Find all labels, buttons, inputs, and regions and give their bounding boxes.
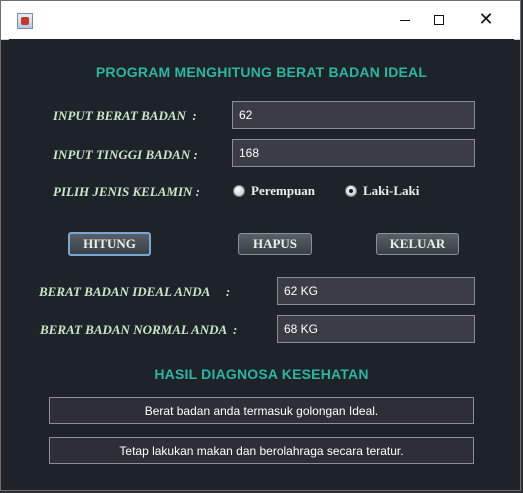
radio-perempuan[interactable]: Perempuan (233, 183, 315, 199)
radio-unselected-icon (233, 185, 245, 197)
maximize-button[interactable] (416, 1, 462, 39)
height-input[interactable] (232, 139, 475, 167)
normal-weight-field[interactable] (277, 315, 475, 343)
height-label: INPUT TINGGI BADAN : (53, 147, 198, 162)
maximize-icon (434, 15, 444, 25)
minimize-icon (400, 19, 410, 21)
ideal-weight-label: BERAT BADAN IDEAL ANDA : (39, 284, 231, 299)
app-window: ✕ PROGRAM MENGHITUNG BERAT BADAN IDEAL I… (0, 0, 521, 491)
page-title: PROGRAM MENGHITUNG BERAT BADAN IDEAL (95, 64, 428, 80)
radio-selected-icon (345, 185, 357, 197)
diagnosis-message-1: Berat badan anda termasuk golongan Ideal… (49, 397, 474, 424)
hitung-button[interactable]: HITUNG (68, 232, 151, 256)
normal-weight-label: BERAT BADAN NORMAL ANDA : (40, 322, 238, 337)
radio-laki-laki[interactable]: Laki-Laki (345, 183, 419, 199)
title-bar: ✕ (1, 1, 520, 40)
java-app-icon (17, 13, 33, 29)
close-icon: ✕ (478, 9, 494, 30)
weight-input[interactable] (232, 101, 475, 129)
ideal-weight-field[interactable] (277, 277, 475, 305)
radio-laki-laki-label: Laki-Laki (363, 183, 420, 198)
close-button[interactable]: ✕ (463, 1, 509, 39)
radio-perempuan-label: Perempuan (251, 183, 316, 198)
main-panel: PROGRAM MENGHITUNG BERAT BADAN IDEAL INP… (9, 39, 514, 486)
weight-label: INPUT BERAT BADAN : (53, 108, 197, 123)
gender-label: PILIH JENIS KELAMIN : (53, 184, 200, 199)
keluar-button[interactable]: KELUAR (376, 233, 459, 255)
diagnosis-message-2: Tetap lakukan makan dan berolahraga seca… (49, 437, 474, 464)
hapus-button[interactable]: HAPUS (238, 233, 312, 255)
diagnosis-heading: HASIL DIAGNOSA KESEHATAN (154, 366, 369, 382)
